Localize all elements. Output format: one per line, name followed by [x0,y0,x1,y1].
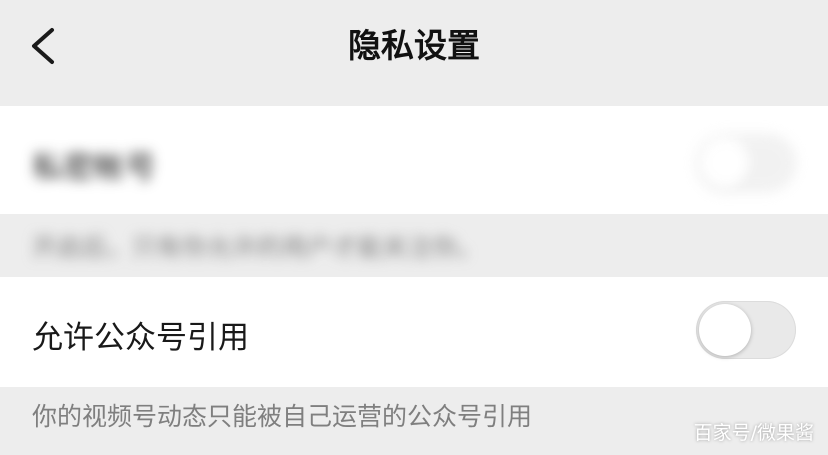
toggle-knob [699,137,751,189]
private-account-description: 开启后，只有你允许的用户才能关注你。 [32,233,483,262]
nav-bar: 隐私设置 [0,0,828,92]
private-account-row[interactable]: 私密帐号 [0,106,828,214]
watermark-text: 百家号/微果酱 [693,422,814,444]
back-button[interactable] [22,22,66,70]
allow-quote-description: 你的视频号动态只能被自己运营的公众号引用 [32,402,533,431]
private-account-toggle[interactable] [696,134,796,192]
private-account-label: 私密帐号 [32,150,156,186]
allow-quote-label: 允许公众号引用 [32,320,249,356]
chevron-left-icon [32,28,54,64]
allow-quote-row[interactable]: 允许公众号引用 [0,277,828,387]
toggle-knob [699,304,751,356]
page-title: 隐私设置 [348,26,480,65]
allow-quote-toggle[interactable] [696,301,796,359]
